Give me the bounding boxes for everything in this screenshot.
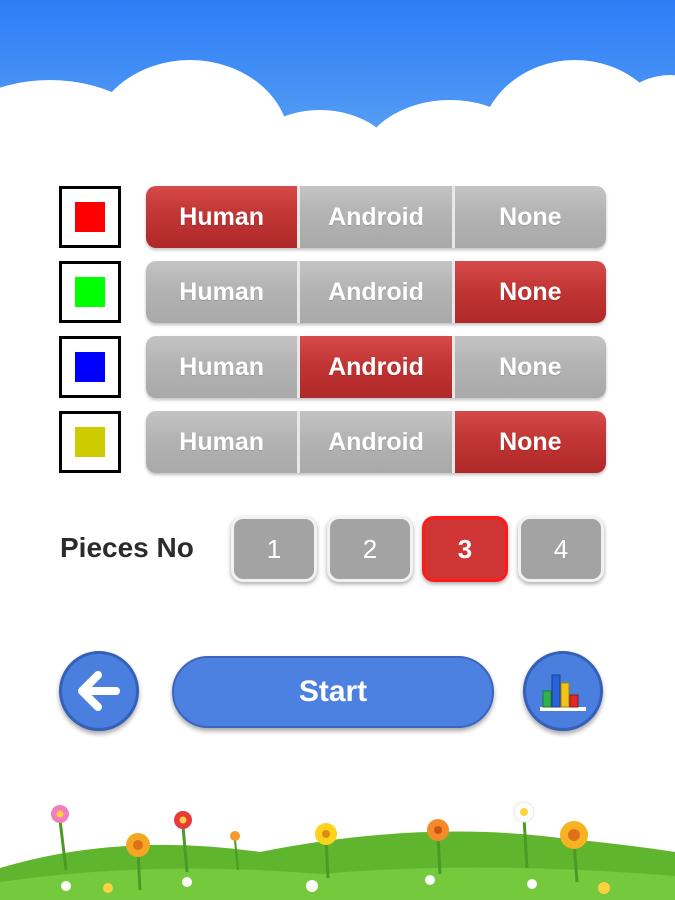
arrow-left-icon <box>78 671 120 711</box>
option-human[interactable]: Human <box>146 411 301 473</box>
player-color-swatch <box>59 336 121 398</box>
meadow-decoration <box>0 801 675 900</box>
pieces-option-3[interactable]: 3 <box>422 516 508 582</box>
pieces-option-2[interactable]: 2 <box>327 516 413 582</box>
start-button[interactable]: Start <box>172 656 494 728</box>
player-row-yellow: Human Android None <box>0 411 675 473</box>
player-row-green: Human Android None <box>0 261 675 323</box>
back-button[interactable] <box>59 651 139 731</box>
pieces-option-1[interactable]: 1 <box>231 516 317 582</box>
swatch-fill <box>75 202 105 232</box>
option-android[interactable]: Android <box>300 411 455 473</box>
option-none[interactable]: None <box>454 411 606 473</box>
swatch-fill <box>75 427 105 457</box>
swatch-fill <box>75 277 105 307</box>
pieces-option-4[interactable]: 4 <box>518 516 604 582</box>
option-human[interactable]: Human <box>146 336 301 398</box>
cloud-base <box>0 150 675 170</box>
bar-chart-icon <box>540 674 586 711</box>
option-none[interactable]: None <box>454 336 606 398</box>
sky-background <box>0 0 675 170</box>
player-color-swatch <box>59 411 121 473</box>
player-type-selector: Human Android None <box>146 186 606 248</box>
player-row-red: Human Android None <box>0 186 675 248</box>
player-type-selector: Human Android None <box>146 411 606 473</box>
player-type-selector: Human Android None <box>146 336 606 398</box>
option-human[interactable]: Human <box>146 186 301 248</box>
swatch-fill <box>75 352 105 382</box>
player-row-blue: Human Android None <box>0 336 675 398</box>
statistics-button[interactable] <box>523 651 603 731</box>
option-none[interactable]: None <box>454 261 606 323</box>
option-none[interactable]: None <box>454 186 606 248</box>
option-android[interactable]: Android <box>300 186 455 248</box>
option-human[interactable]: Human <box>146 261 301 323</box>
option-android[interactable]: Android <box>300 261 455 323</box>
player-color-swatch <box>59 186 121 248</box>
pieces-label: Pieces No <box>60 532 194 563</box>
player-color-swatch <box>59 261 121 323</box>
player-type-selector: Human Android None <box>146 261 606 323</box>
option-android[interactable]: Android <box>300 336 455 398</box>
